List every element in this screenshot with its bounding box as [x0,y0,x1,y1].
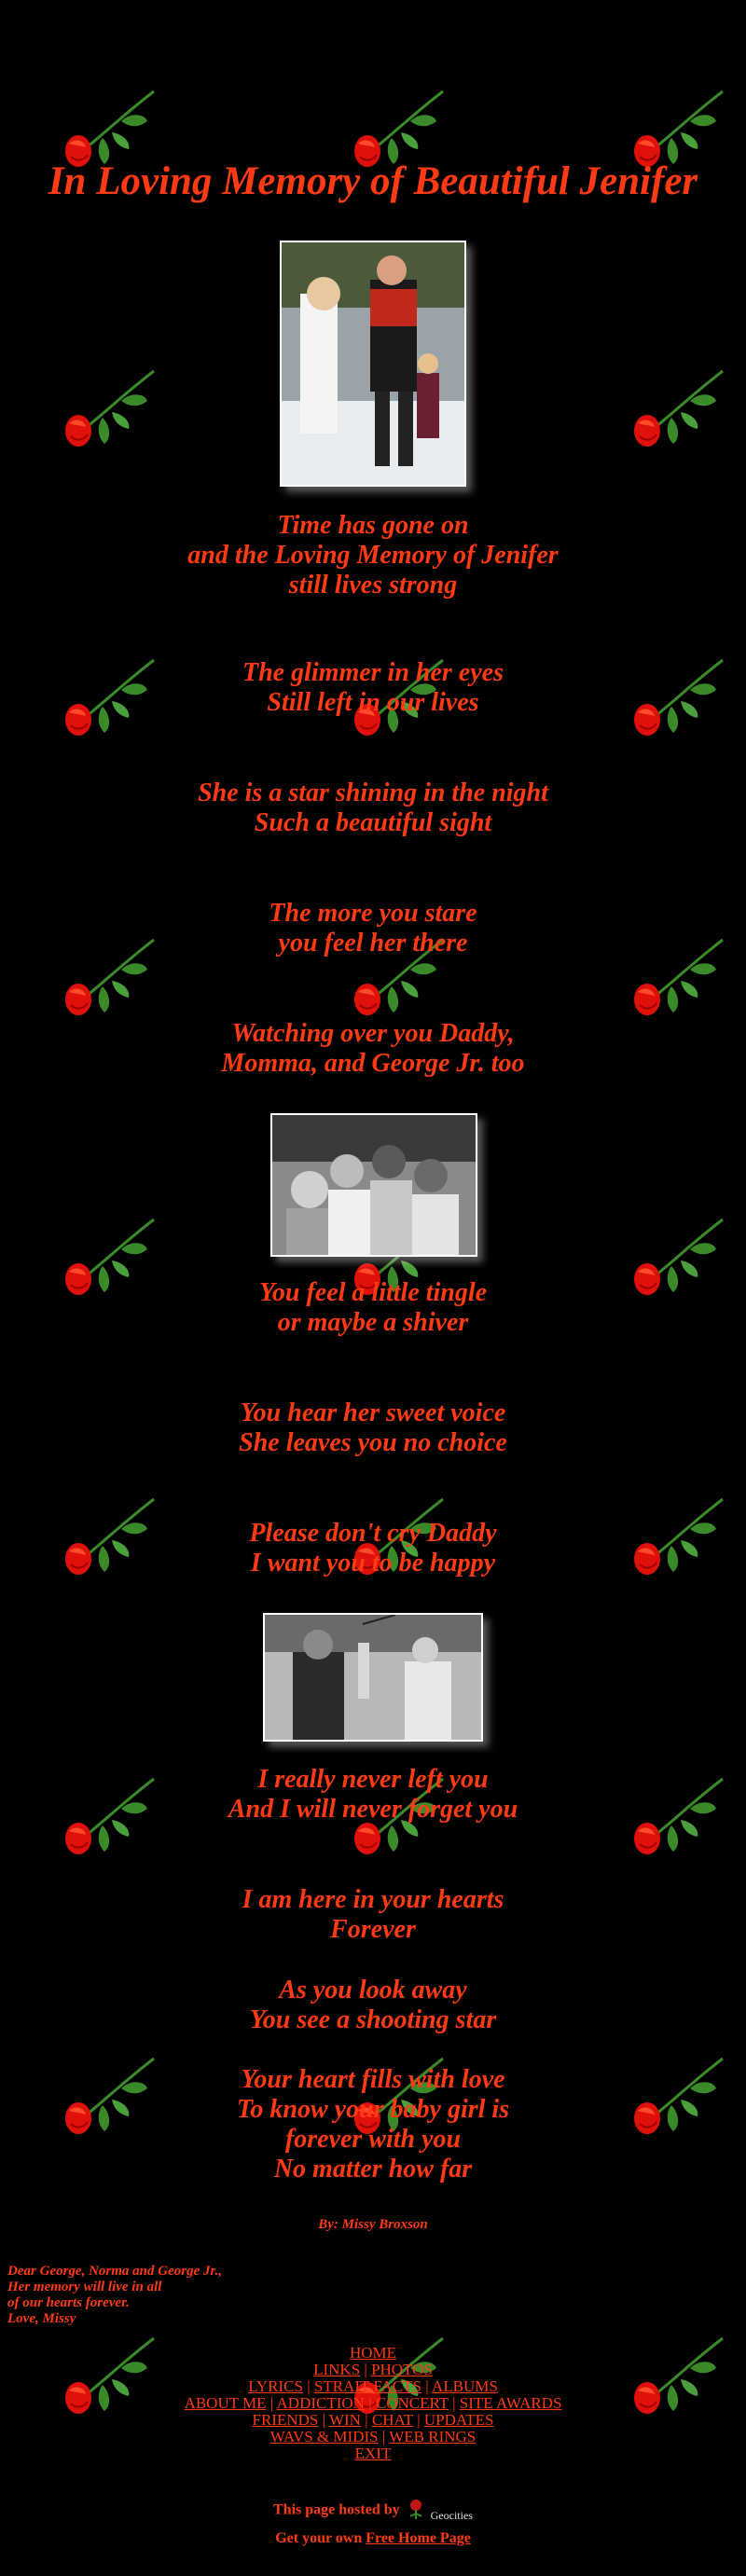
poem-line: I really never left you [257,1765,489,1794]
site-navigation: HOME LINKS | PHOTOS LYRICS | STRAIT FACTS … [0,2345,746,2462]
nav-link-strait-facts[interactable]: STRAIT FACTS [314,2377,421,2395]
poem-stanza: Please don't cry Daddy I want you to be h… [0,1519,746,1578]
nav-link-exit[interactable]: EXIT [355,2445,392,2462]
poem-line: You feel a little tingle [258,1278,488,1307]
nav-row: FRIENDS | WIN | CHAT | UPDATES [0,2412,746,2429]
nav-link-photos[interactable]: PHOTOS [371,2361,433,2378]
nav-row: HOME [0,2345,746,2362]
geocities-logo[interactable]: Geocities [404,2499,473,2523]
nav-row: ABOUT ME | ADDICTION | CONCERT | SITE AW… [0,2395,746,2412]
photo-father-daughter-fishing [263,1613,483,1742]
poem-line: You see a shooting star [249,2005,497,2034]
nav-link-friends[interactable]: FRIENDS [253,2411,319,2429]
letter-line: Dear George, Norma and George Jr., [7,2264,222,2279]
nav-row: WAVS & MIDIS | WEB RINGS [0,2429,746,2445]
rose-decoration [625,364,737,457]
nav-separator: | [448,2394,460,2412]
poem-stanza: The more you stare you feel her there [0,899,746,958]
nav-link-chat[interactable]: CHAT [372,2411,413,2429]
nav-link-albums[interactable]: ALBUMS [432,2377,498,2395]
nav-link-site-awards[interactable]: SITE AWARDS [460,2394,562,2412]
nav-link-wavs-midis[interactable]: WAVS & MIDIS [270,2428,379,2445]
poem-stanza: Watching over you Daddy, Momma, and Georg… [0,1019,746,1079]
geocities-label: Geocities [430,2509,473,2522]
poem-stanza: You hear her sweet voice She leaves you n… [0,1398,746,1458]
nav-separator: | [318,2411,329,2429]
photo-family-skiing [280,241,466,487]
poem-line: Time has gone on [277,511,469,540]
nav-link-about-me[interactable]: ABOUT ME [185,2394,267,2412]
nav-separator: | [421,2377,432,2395]
poem-line: or maybe a shiver [277,1308,469,1337]
poem-stanza: I am here in your hearts Forever [0,1885,746,1945]
poem-stanza: The glimmer in her eyes Still left in our… [0,658,746,718]
nav-separator: | [266,2394,277,2412]
poem-line: No matter how far [273,2155,473,2183]
poem-stanza: I really never left you And I will never … [0,1765,746,1825]
letter-line: Love, Missy [7,2311,76,2326]
poem-line: Please don't cry Daddy [249,1519,497,1548]
poem-line: forever with you [284,2125,462,2154]
poem-line: Your heart fills with love [241,2065,505,2094]
nav-separator: | [302,2377,314,2395]
rose-decoration [56,364,168,457]
nav-link-addiction[interactable]: ADDICTION [277,2394,365,2412]
page-title: In Loving Memory of Beautiful Jenifer [48,159,698,203]
get-own-text: Get your own [275,2530,363,2546]
hosted-text: This page hosted by [273,2501,400,2518]
rose-icon [409,2500,422,2519]
poem-line: Still left in our lives [267,688,479,717]
poem-stanza: She is a star shining in the night Such a… [0,778,746,838]
free-home-page-link[interactable]: Free Home Page [366,2530,471,2546]
poem-line: As you look away [279,1976,467,2004]
nav-separator: | [360,2411,372,2429]
dedication-letter: Dear George, Norma and George Jr., Her m… [7,2264,222,2327]
nav-link-web-rings[interactable]: WEB RINGS [389,2428,476,2445]
poem-line: I want you to be happy [250,1549,496,1577]
poem-stanza: As you look away You see a shooting star [0,1976,746,2035]
poem-line: you feel her there [278,929,468,957]
get-home-page: Get your own Free Home Page [0,2530,746,2547]
nav-separator: | [364,2394,376,2412]
nav-link-home[interactable]: HOME [350,2344,396,2362]
nav-separator: | [378,2428,390,2445]
letter-line: of our hearts forever. [7,2295,130,2310]
poem-line: She leaves you no choice [239,1428,507,1457]
nav-link-concert[interactable]: CONCERT [376,2394,449,2412]
poem-stanza: Time has gone on and the Loving Memory of… [0,511,746,600]
poem-line: Momma, and George Jr. too [221,1049,525,1078]
poem-stanza: Your heart fills with love To know your b… [0,2065,746,2184]
poem-line: You hear her sweet voice [240,1398,506,1427]
letter-line: Her memory will live in all [7,2280,162,2294]
poem-line: The more you stare [269,899,477,928]
poem-line: To know your baby girl is [236,2095,510,2124]
hosted-by: This page hosted by Geocities [0,2499,746,2523]
nav-row: LYRICS | STRAIT FACTS | ALBUMS [0,2378,746,2395]
poem-stanza: You feel a little tingle or maybe a shive… [0,1278,746,1338]
poem-line: She is a star shining in the night [198,778,548,807]
nav-separator: | [412,2411,424,2429]
author-credit: By: Missy Broxson [318,2217,428,2232]
nav-row: EXIT [0,2445,746,2462]
poem-line: The glimmer in her eyes [242,658,504,687]
poem-line: still lives strong [288,571,458,599]
nav-link-lyrics[interactable]: LYRICS [248,2377,303,2395]
poem-line: And I will never forget you [228,1795,518,1824]
poem-line: and the Loving Memory of Jenifer [187,541,559,570]
poem-line: I am here in your hearts [242,1885,504,1914]
nav-link-updates[interactable]: UPDATES [424,2411,494,2429]
nav-link-links[interactable]: LINKS [313,2361,360,2378]
poem-line: Forever [330,1915,416,1944]
poem-line: Such a beautiful sight [254,808,492,837]
nav-row: LINKS | PHOTOS [0,2362,746,2378]
poem-line: Watching over you Daddy, [231,1019,515,1048]
nav-separator: | [360,2361,372,2378]
photo-family-group [270,1113,477,1257]
nav-link-win[interactable]: WIN [329,2411,361,2429]
